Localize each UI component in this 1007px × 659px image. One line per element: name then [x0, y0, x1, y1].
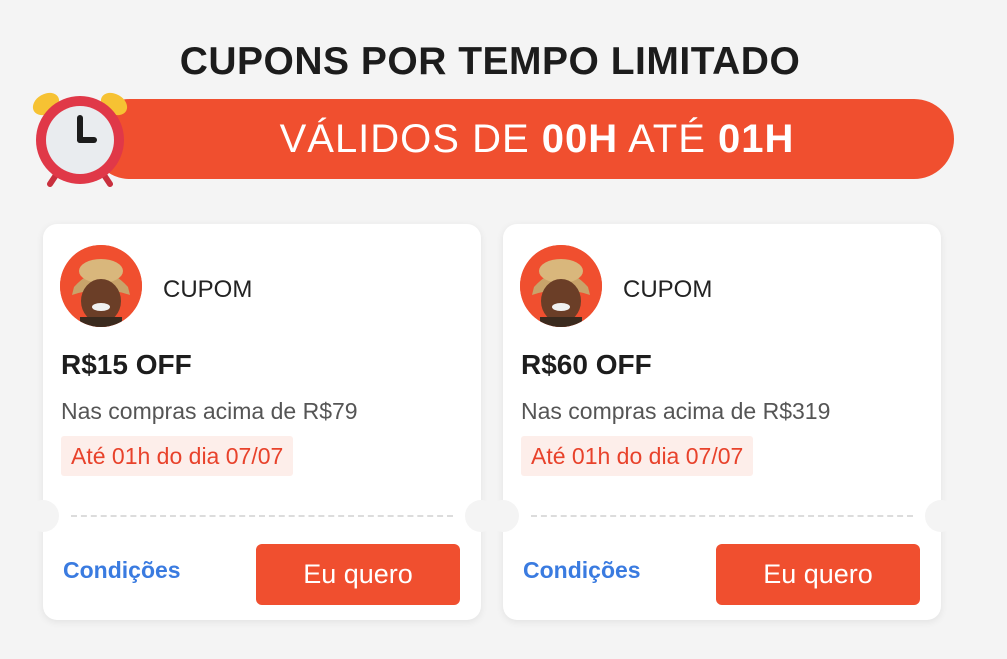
validity-middle: ATÉ: [618, 116, 719, 161]
dashed-divider: [71, 515, 453, 517]
ticket-notch-left: [27, 500, 59, 532]
conditions-link[interactable]: Condições: [63, 557, 181, 584]
coupon-amount: R$60 OFF: [521, 349, 652, 380]
avatar: [60, 245, 142, 327]
coupon-condition: Nas compras acima de R$319: [521, 398, 831, 424]
validity-banner: VÁLIDOS DE 00H ATÉ 01H: [90, 99, 954, 179]
avatar: [520, 245, 602, 327]
coupon-condition: Nas compras acima de R$79: [61, 398, 358, 424]
conditions-link[interactable]: Condições: [523, 557, 641, 584]
coupon-expiry-badge: Até 01h do dia 07/07: [521, 436, 754, 476]
validity-text: VÁLIDOS DE 00H ATÉ 01H: [280, 117, 795, 162]
claim-coupon-button[interactable]: Eu quero: [716, 544, 920, 605]
page-title: CUPONS POR TEMPO LIMITADO: [179, 40, 801, 83]
dashed-divider: [531, 515, 913, 517]
claim-coupon-button[interactable]: Eu quero: [256, 544, 460, 605]
coupon-card: CUPOM R$15 OFF Nas compras acima de R$79…: [27, 224, 497, 620]
ticket-notch-right: [925, 500, 957, 532]
validity-end: 01H: [718, 116, 795, 161]
coupon-expiry-badge: Até 01h do dia 07/07: [61, 436, 294, 476]
coupon-card: CUPOM R$60 OFF Nas compras acima de R$31…: [487, 224, 957, 620]
coupon-amount: R$15 OFF: [61, 349, 192, 380]
ticket-notch-left: [487, 500, 519, 532]
alarm-clock-icon: [28, 88, 132, 188]
coupon-label: CUPOM: [163, 276, 253, 303]
validity-start: 00H: [541, 116, 619, 161]
coupon-label: CUPOM: [623, 276, 713, 303]
validity-prefix: VÁLIDOS DE: [279, 116, 542, 161]
